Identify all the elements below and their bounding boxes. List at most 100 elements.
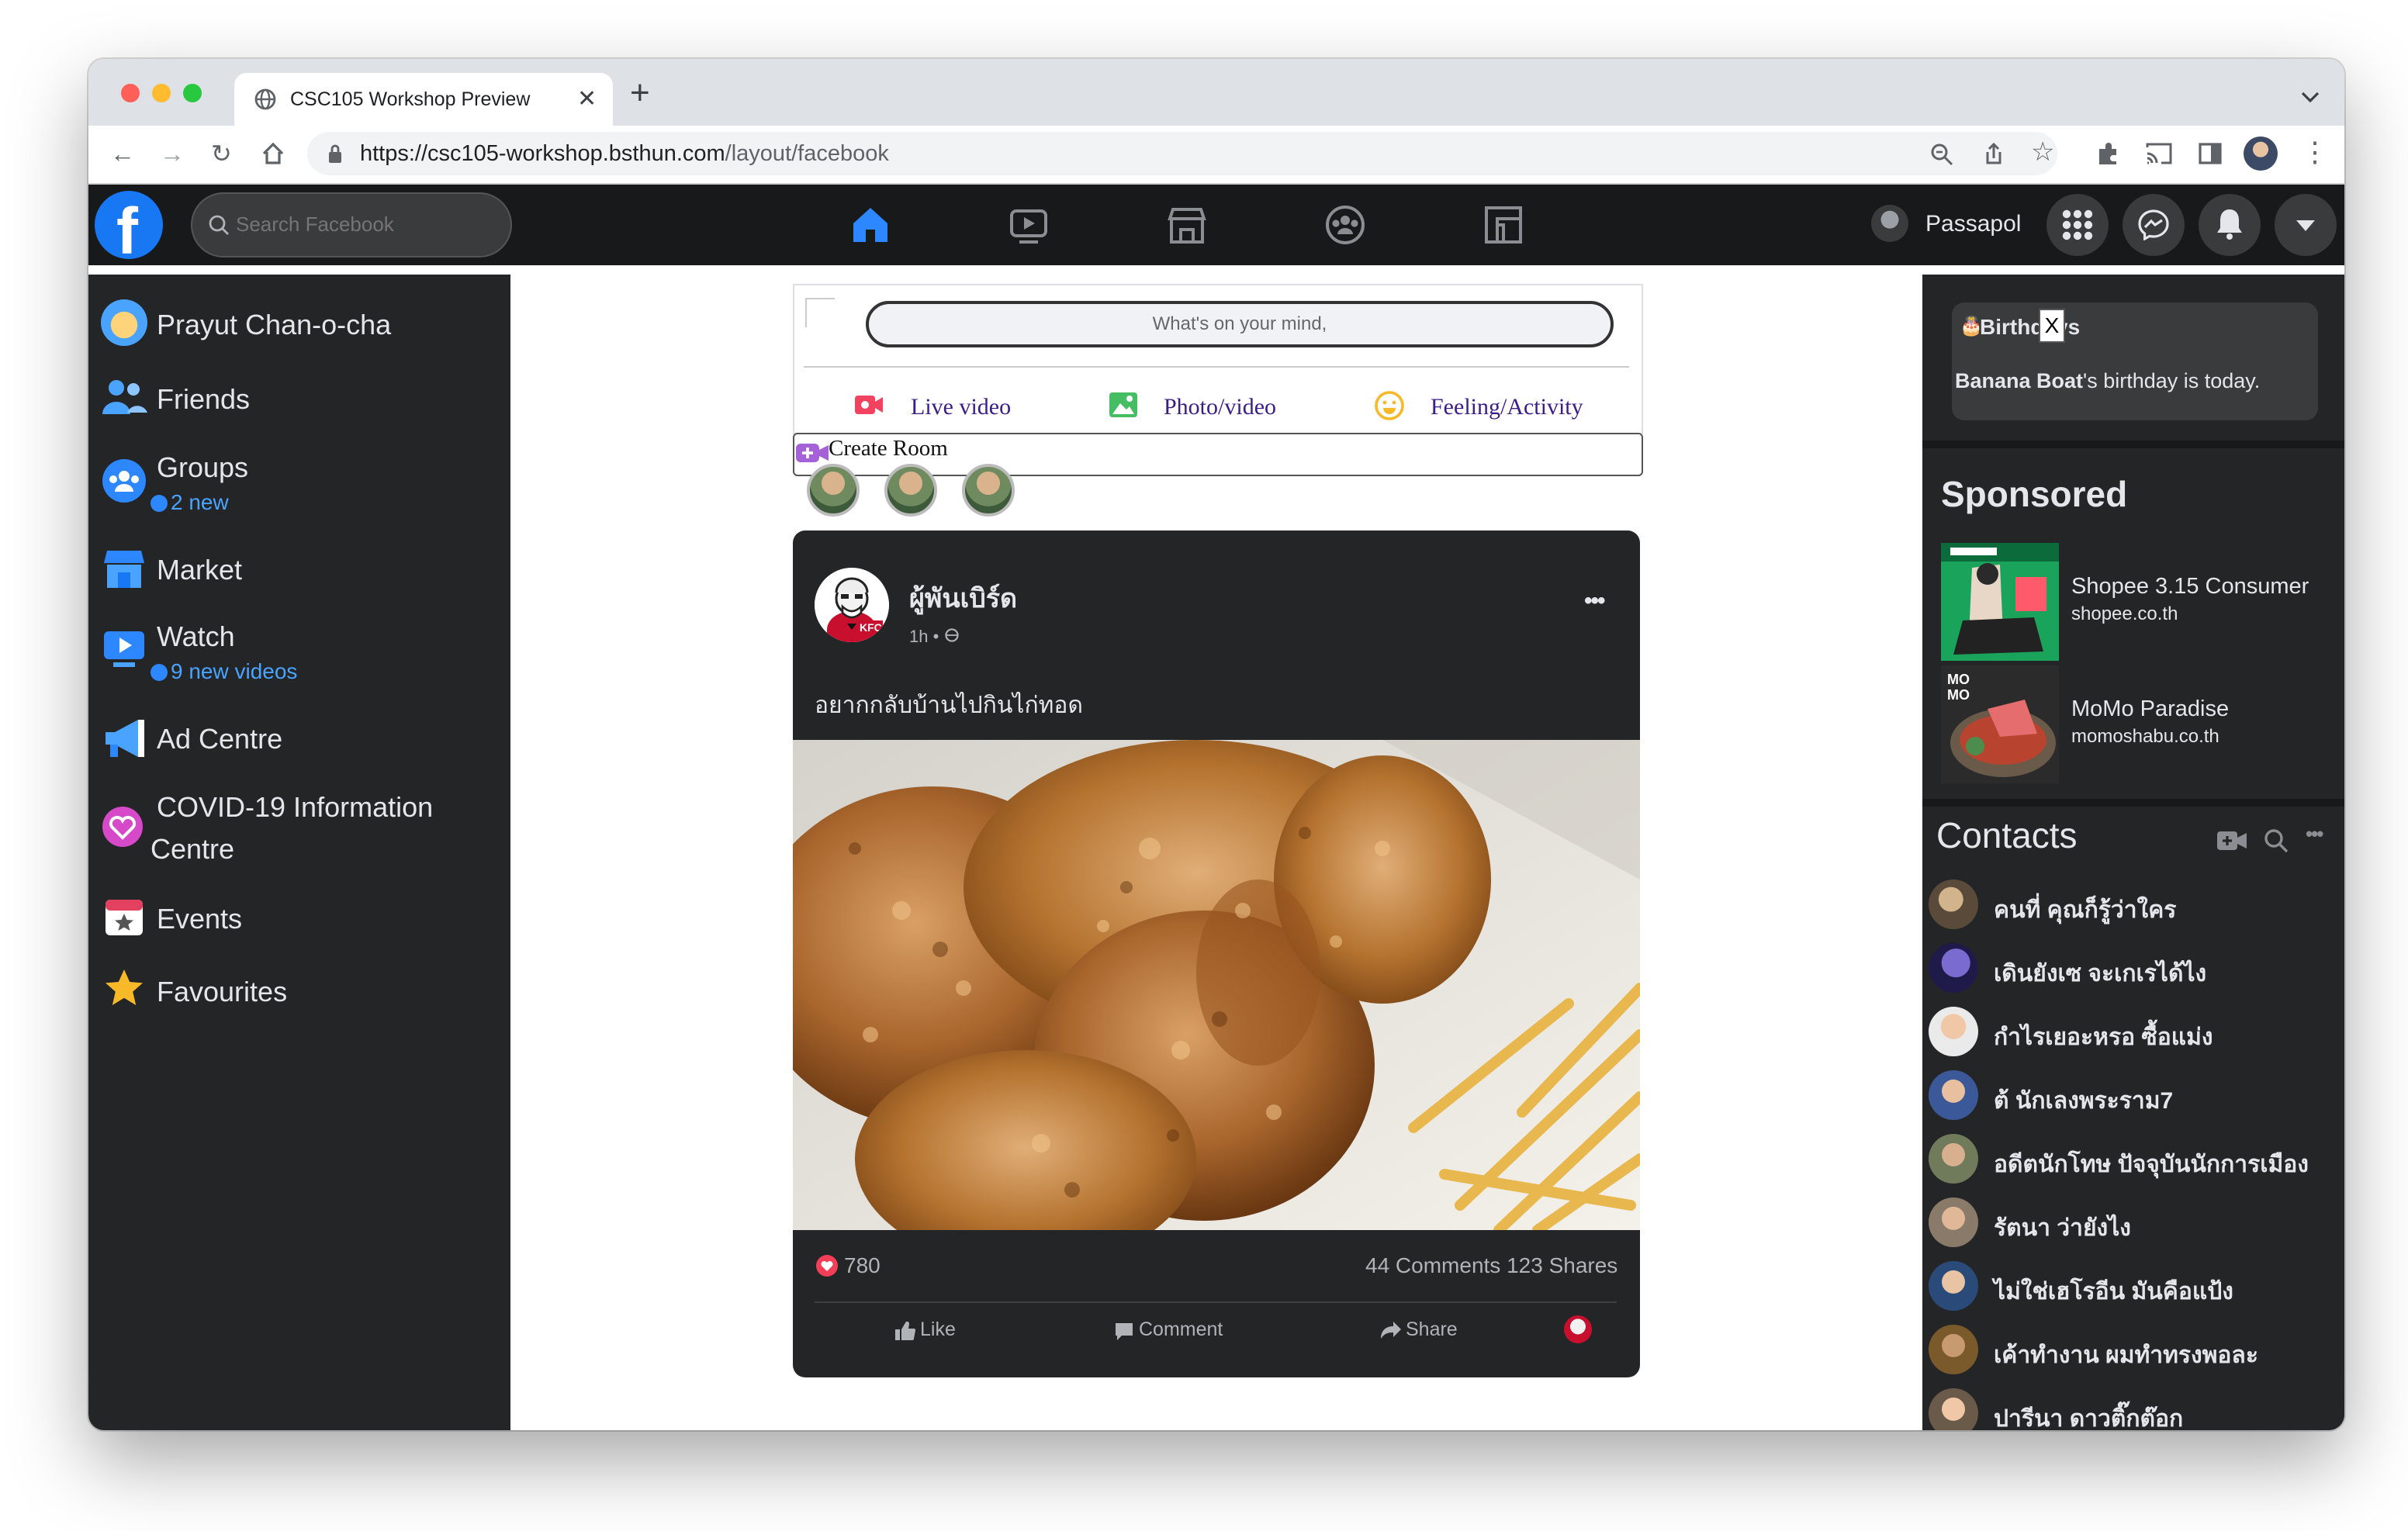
close-tab-icon[interactable]: ✕ bbox=[577, 85, 597, 112]
whats-on-your-mind-input[interactable]: What's on your mind, bbox=[866, 301, 1614, 347]
maximize-window-button[interactable] bbox=[183, 84, 202, 102]
minimize-window-button[interactable] bbox=[152, 84, 171, 102]
menu-icon[interactable]: ⋮ bbox=[2301, 138, 2329, 166]
reload-icon[interactable]: ↻ bbox=[211, 141, 232, 166]
groups-icon bbox=[102, 459, 146, 503]
sidebar-item-covid[interactable]: COVID-19 Information Centre bbox=[88, 779, 510, 872]
new-tab-icon[interactable]: + bbox=[630, 76, 650, 110]
live-video-button[interactable]: Live video bbox=[911, 394, 1011, 420]
contact-item[interactable]: ปารีนา ดาวติ๊กต๊อก bbox=[1929, 1388, 2344, 1430]
share-icon[interactable] bbox=[1983, 141, 2005, 166]
like-label: Like bbox=[920, 1318, 956, 1340]
search-bar[interactable] bbox=[191, 192, 512, 257]
sidebar-item-favourites[interactable]: Favourites bbox=[88, 963, 510, 1019]
sidebar-item-friends[interactable]: Friends bbox=[88, 371, 510, 427]
contact-item[interactable]: อดีตนักโทษ ปัจจุบันนักการเมือง bbox=[1929, 1134, 2344, 1187]
create-room-icon bbox=[796, 444, 829, 462]
birthday-name[interactable]: Banana Boat bbox=[1955, 369, 2083, 392]
sidebar-item-label: Prayut Chan-o-cha bbox=[157, 309, 392, 340]
lock-icon bbox=[329, 144, 341, 163]
groups-icon[interactable] bbox=[1323, 203, 1367, 247]
sidebar-item-profile[interactable]: Prayut Chan-o-cha bbox=[88, 296, 510, 352]
feeling-activity-button[interactable]: Feeling/Activity bbox=[1431, 394, 1583, 420]
comment-icon bbox=[1116, 1323, 1133, 1340]
tab-title: CSC105 Workshop Preview bbox=[290, 88, 531, 110]
sidebar-item-label: Events bbox=[157, 903, 243, 935]
post-author[interactable]: ผู้พันเบิร์ด bbox=[909, 577, 1017, 619]
close-window-button[interactable] bbox=[121, 84, 140, 102]
user-avatar[interactable] bbox=[1871, 205, 1908, 242]
sidebar-item-label: Watch bbox=[157, 620, 235, 652]
marketplace-icon[interactable] bbox=[1165, 203, 1209, 247]
user-name[interactable]: Passapol bbox=[1925, 211, 2021, 237]
extensions-icon[interactable] bbox=[2096, 141, 2121, 166]
address-bar[interactable]: https://csc105-workshop.bsthun.com/layou… bbox=[307, 132, 2057, 175]
contact-item[interactable]: ไม่ใช่เฮโรอีน มันคือแป้ง bbox=[1929, 1261, 2344, 1314]
contact-name: อดีตนักโทษ ปัจจุบันนักการเมือง bbox=[1994, 1152, 2309, 1177]
sidebar-item-events[interactable]: Events bbox=[88, 890, 510, 946]
photo-video-button[interactable]: Photo/video bbox=[1164, 394, 1276, 420]
forward-icon[interactable]: → bbox=[160, 141, 185, 166]
contacts-panel: Contacts ••• คนที่ คุณก็รู้ว่าใคร เดินยั… bbox=[1922, 807, 2344, 1430]
contact-item[interactable]: ต้ นักเลงพระราม7 bbox=[1929, 1070, 2344, 1123]
sponsored-item[interactable]: Shopee 3.15 Consumer shopee.co.th bbox=[1941, 543, 2329, 661]
contact-item[interactable]: กำไรเยอะหรอ ซื้อแม่ง bbox=[1929, 1007, 2344, 1059]
post-photo[interactable] bbox=[793, 740, 1640, 1267]
search-input[interactable] bbox=[233, 211, 503, 238]
chevron-down-icon[interactable] bbox=[2301, 92, 2320, 104]
cast-icon[interactable] bbox=[2146, 143, 2172, 164]
sidebar-item-ad-centre[interactable]: Ad Centre bbox=[88, 710, 510, 766]
sidebar-item-label: COVID-19 Information bbox=[157, 791, 434, 823]
contact-avatar bbox=[1929, 1007, 1978, 1056]
birthday-card[interactable]: 🎂 Birthdays X Banana Boat's birthday is … bbox=[1952, 302, 2318, 420]
home-icon[interactable] bbox=[261, 141, 285, 166]
facebook-logo[interactable]: f bbox=[95, 191, 163, 268]
sponsored-item[interactable]: MO MO MoMo Paradise momoshabu.co.th bbox=[1941, 665, 2329, 783]
momo-ad-image: MOMO bbox=[1941, 665, 2059, 783]
contact-item[interactable]: เค้าทำงาน ผมทำทรงพอละ bbox=[1929, 1325, 2344, 1377]
back-icon[interactable]: ← bbox=[110, 141, 135, 166]
gaming-icon[interactable] bbox=[1482, 203, 1525, 247]
messenger-icon bbox=[2138, 209, 2169, 240]
sidebar-icon[interactable] bbox=[2199, 143, 2222, 164]
post-options-icon[interactable]: ••• bbox=[1584, 588, 1605, 614]
post-as-avatar[interactable] bbox=[1564, 1315, 1592, 1343]
sidebar-item-label-line2: Centre bbox=[150, 833, 235, 865]
room-avatar[interactable] bbox=[962, 464, 1015, 517]
contacts-options-icon[interactable]: ••• bbox=[2306, 822, 2323, 846]
contact-item[interactable]: คนที่ คุณก็รู้ว่าใคร bbox=[1929, 880, 2344, 932]
contact-avatar bbox=[1929, 1070, 1978, 1120]
search-contacts-icon[interactable] bbox=[2264, 828, 2289, 853]
contact-name: คนที่ คุณก็รู้ว่าใคร bbox=[1994, 897, 2177, 923]
share-arrow-icon bbox=[1381, 1322, 1401, 1339]
bookmark-star-icon[interactable]: ☆ bbox=[2031, 139, 2054, 165]
sidebar-item-market[interactable]: Market bbox=[88, 541, 510, 597]
room-avatar[interactable] bbox=[807, 464, 860, 517]
broken-avatar-image bbox=[805, 298, 835, 327]
kfc-avatar[interactable]: KFC bbox=[815, 568, 889, 642]
sidebar-item-groups[interactable]: Groups 2 new bbox=[88, 442, 510, 520]
birthday-close-button[interactable]: X bbox=[2039, 309, 2065, 343]
birthday-text: Banana Boat's birthday is today. bbox=[1955, 369, 2260, 393]
zoom-icon[interactable] bbox=[1930, 143, 1953, 166]
notifications-button[interactable] bbox=[2199, 194, 2261, 256]
contact-name: กำไรเยอะหรอ ซื้อแม่ง bbox=[1994, 1025, 2213, 1050]
profile-avatar[interactable] bbox=[2244, 137, 2278, 171]
post-time[interactable]: 1h • bbox=[909, 627, 939, 647]
new-room-icon[interactable] bbox=[2217, 830, 2248, 852]
room-avatar[interactable] bbox=[884, 464, 937, 517]
sidebar-item-watch[interactable]: Watch 9 new videos bbox=[88, 611, 510, 689]
profile-avatar bbox=[101, 299, 147, 346]
comments-shares-count[interactable]: 44 Comments 123 Shares bbox=[1365, 1253, 1617, 1278]
account-button[interactable] bbox=[2275, 194, 2337, 256]
browser-window: CSC105 Workshop Preview ✕ + ← → ↻ https:… bbox=[88, 59, 2344, 1430]
contact-item[interactable]: เดินยังเซ จะเกเรได้ไง bbox=[1929, 943, 2344, 996]
home-icon[interactable] bbox=[849, 203, 892, 247]
messenger-button[interactable] bbox=[2123, 194, 2185, 256]
browser-tab[interactable]: CSC105 Workshop Preview ✕ bbox=[234, 73, 613, 126]
watch-icon[interactable] bbox=[1007, 203, 1050, 247]
menu-button[interactable] bbox=[2046, 194, 2109, 256]
contact-name: เค้าทำงาน ผมทำทรงพอละ bbox=[1994, 1343, 2258, 1368]
reaction-count[interactable]: 780 bbox=[844, 1253, 881, 1278]
contact-item[interactable]: รัตนา ว่ายังไง bbox=[1929, 1197, 2344, 1250]
